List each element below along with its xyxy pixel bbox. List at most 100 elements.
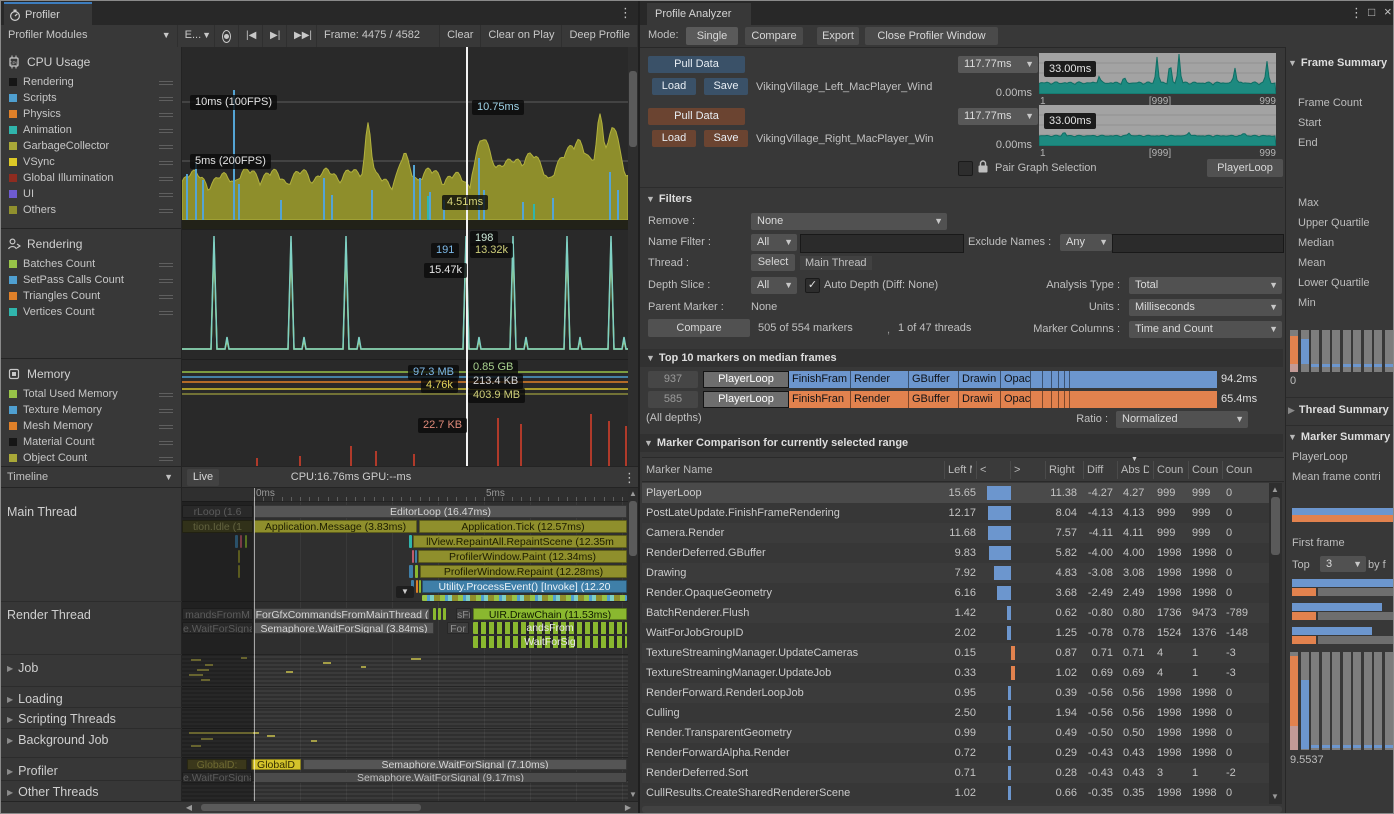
close-profiler-window-button[interactable]: Close Profiler Window — [865, 27, 998, 45]
marker-comparison-header[interactable]: ▼Marker Comparison for currently selecte… — [640, 434, 1283, 452]
thread-select-button[interactable]: Select — [751, 254, 795, 271]
drag-handle-icon[interactable] — [159, 143, 173, 149]
maximize-icon[interactable]: □ — [1368, 5, 1375, 19]
column-divider[interactable] — [1117, 461, 1118, 479]
module-item-garbagecollector[interactable]: GarbageCollector — [9, 138, 177, 153]
close-icon[interactable]: × — [1384, 4, 1392, 19]
thread-label-job[interactable]: ▶Job — [7, 660, 38, 676]
rendering-chart[interactable] — [182, 229, 628, 359]
timeline-span[interactable] — [433, 608, 436, 620]
current-frame-button[interactable]: ▶▶| — [287, 25, 317, 47]
module-item-total-used-memory[interactable]: Total Used Memory — [9, 386, 177, 401]
top10-segment[interactable]: GBuffer — [909, 371, 959, 388]
column-divider[interactable] — [1045, 461, 1046, 479]
module-item-vertices-count[interactable]: Vertices Count — [9, 304, 177, 319]
column-header-2[interactable]: < — [980, 464, 1006, 476]
column-header-6[interactable]: Abs D — [1121, 464, 1149, 476]
column-header-8[interactable]: Coun — [1192, 464, 1218, 476]
module-item-material-count[interactable]: Material Count — [9, 434, 177, 449]
module-item-animation[interactable]: Animation — [9, 122, 177, 137]
timeline-span-semaphore-waitforsignal-7-10ms[interactable]: Semaphore.WaitForSignal (7.10ms) — [303, 759, 627, 770]
prev-frame-button[interactable]: |◀ — [239, 25, 263, 47]
filters-header[interactable]: ▼Filters — [646, 193, 692, 205]
thread-label-profiler[interactable]: ▶Profiler — [7, 763, 58, 779]
load-button[interactable]: Load — [652, 130, 696, 147]
charts-scrollbar[interactable] — [628, 47, 638, 466]
column-divider[interactable] — [976, 461, 977, 479]
table-row[interactable]: Camera.Render11.687.57-4.114.119999990 — [642, 523, 1269, 543]
drag-handle-icon[interactable] — [159, 127, 173, 133]
timeline-span-semaphore-waitforsignal-9-17ms[interactable]: Semaphore.WaitForSignal (9.17ms) — [254, 772, 627, 783]
table-row[interactable]: Render.TransparentGeometry0.990.49-0.500… — [642, 723, 1269, 743]
thread-label-main-thread[interactable]: Main Thread — [7, 504, 77, 520]
histogram-bar[interactable] — [1353, 652, 1361, 750]
thread-label-background-job[interactable]: ▶Background Job — [7, 732, 109, 748]
thread-summary-header[interactable]: ▶Thread Summary — [1288, 404, 1389, 416]
top10-segment[interactable]: Render — [851, 371, 909, 388]
scroll-up-icon[interactable]: ▲ — [1270, 485, 1280, 495]
timeline-span-for[interactable]: For — [447, 622, 469, 634]
top10-segment[interactable]: Drawin — [959, 371, 1001, 388]
top10-playerloop-box[interactable]: PlayerLoop — [703, 371, 789, 388]
table-row[interactable]: PlayerLoop15.6511.38-4.274.279999990 — [642, 483, 1269, 503]
scrollbar-thumb[interactable] — [1271, 497, 1280, 555]
histogram-bar[interactable] — [1385, 652, 1393, 750]
auto-depth-checkbox[interactable]: ✓ — [805, 278, 820, 293]
live-button[interactable]: Live — [187, 469, 219, 486]
tab-profiler[interactable]: Profiler — [4, 2, 92, 25]
column-header-1[interactable]: Left M — [948, 464, 972, 476]
drag-handle-icon[interactable] — [159, 95, 173, 101]
drag-handle-icon[interactable] — [159, 111, 173, 117]
module-item-scripts[interactable]: Scripts — [9, 90, 177, 105]
table-row[interactable]: RenderForward.RenderLoopJob0.950.39-0.56… — [642, 683, 1269, 703]
analyzer-kebab-icon[interactable]: ⋮ — [1350, 5, 1363, 21]
table-row[interactable]: CullResults.CreateSharedRendererScene1.0… — [642, 783, 1269, 803]
timeline-ruler[interactable] — [182, 488, 628, 502]
top-n-dropdown[interactable]: 3▼ — [1320, 556, 1366, 572]
name-filter-mode-dropdown[interactable]: All▼ — [751, 234, 797, 251]
module-item-global-illumination[interactable]: Global Illumination — [9, 170, 177, 185]
column-divider[interactable] — [944, 461, 945, 479]
median-frame-index[interactable]: 937 — [648, 371, 698, 388]
column-header-4[interactable]: Right — [1049, 464, 1079, 476]
timeline-kebab-icon[interactable]: ⋮ — [623, 470, 636, 486]
module-item-batches-count[interactable]: Batches Count — [9, 256, 177, 271]
column-header-0[interactable]: Marker Name — [646, 464, 940, 476]
selected-frame-playhead[interactable] — [466, 47, 468, 466]
top10-marker-bar[interactable]: PlayerLoopFinishFranRenderGBufferDrawiiO… — [703, 391, 1217, 408]
drag-handle-icon[interactable] — [159, 407, 173, 413]
timeline-span-uir-drawchain-11-53ms[interactable]: UIR.DrawChain (11.53ms) — [473, 608, 627, 620]
top10-segment[interactable]: Render — [851, 391, 909, 408]
timeline-span-forgfxcommandsfrommainthread[interactable]: ForGfxCommandsFromMainThread ( — [254, 608, 430, 620]
table-row[interactable]: RenderDeferred.GBuffer9.835.82-4.004.001… — [642, 543, 1269, 563]
editor-target-dropdown[interactable]: E... ▼ — [178, 25, 215, 47]
drag-handle-icon[interactable] — [159, 423, 173, 429]
drag-handle-icon[interactable] — [159, 277, 173, 283]
drag-handle-icon[interactable] — [159, 207, 173, 213]
histogram-bar[interactable] — [1332, 652, 1340, 750]
top10-marker-bar[interactable]: PlayerLoopFinishFramRenderGBufferDrawinO… — [703, 371, 1217, 388]
drag-handle-icon[interactable] — [159, 175, 173, 181]
module-item-mesh-memory[interactable]: Mesh Memory — [9, 418, 177, 433]
timeline-span[interactable] — [443, 608, 446, 620]
histogram-bar[interactable] — [1322, 652, 1330, 750]
table-row[interactable]: Culling2.501.94-0.560.56199819980 — [642, 703, 1269, 723]
timeline-span-profilerwindow-paint-12-34ms[interactable]: ProfilerWindow.Paint (12.34ms) — [418, 550, 627, 563]
top10-playerloop-box[interactable]: PlayerLoop — [703, 391, 789, 408]
column-header-3[interactable]: > — [1014, 464, 1041, 476]
tab-profile-analyzer[interactable]: Profile Analyzer — [647, 3, 751, 25]
module-item-ui[interactable]: UI — [9, 186, 177, 201]
timeline-span-editorloop-16-47ms[interactable]: EditorLoop (16.47ms) — [254, 505, 627, 518]
module-item-object-count[interactable]: Object Count — [9, 450, 177, 465]
thread-label-other-threads[interactable]: ▶Other Threads — [7, 784, 99, 800]
module-item-setpass-calls-count[interactable]: SetPass Calls Count — [9, 272, 177, 287]
compare-button[interactable]: Compare — [648, 319, 750, 337]
record-button[interactable] — [215, 25, 239, 47]
top10-header[interactable]: ▼Top 10 markers on median frames — [640, 349, 1283, 367]
drag-handle-icon[interactable] — [159, 309, 173, 315]
timeline-span[interactable] — [412, 550, 414, 563]
timeline-span-profilerwindow-repaint-12-28ms[interactable]: ProfilerWindow.Repaint (12.28ms) — [420, 565, 627, 578]
comparison-table-header[interactable]: Marker NameLeft M<>RightDiffAbs DCounCou… — [642, 457, 1284, 482]
column-header-5[interactable]: Diff — [1087, 464, 1113, 476]
timeline-span[interactable] — [416, 580, 418, 593]
